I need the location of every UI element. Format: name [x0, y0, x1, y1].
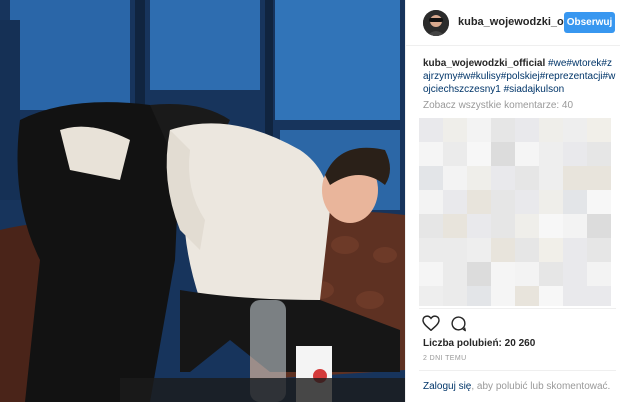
- follow-button[interactable]: Obserwuj: [564, 12, 615, 33]
- pixel-cell: [467, 190, 491, 214]
- pixel-cell: [539, 190, 563, 214]
- heart-icon[interactable]: [422, 315, 440, 331]
- divider: [419, 308, 616, 309]
- pixel-cell: [515, 166, 539, 190]
- pixel-cell: [467, 166, 491, 190]
- pixel-cell: [515, 142, 539, 166]
- pixel-cell: [419, 286, 443, 306]
- username-link[interactable]: kuba_wojewodzki_off: [458, 16, 571, 28]
- pixel-cell: [515, 190, 539, 214]
- pixel-cell: [491, 286, 515, 306]
- pixel-cell: [491, 118, 515, 142]
- post-header: kuba_wojewodzki_off Obserwuj: [406, 0, 620, 46]
- pixel-cell: [587, 166, 611, 190]
- pixel-cell: [587, 190, 611, 214]
- pixel-cell: [467, 142, 491, 166]
- pixel-cell: [587, 262, 611, 286]
- pixel-cell: [419, 118, 443, 142]
- pixel-cell: [491, 262, 515, 286]
- pixel-cell: [563, 142, 587, 166]
- avatar[interactable]: [423, 10, 449, 36]
- divider: [419, 370, 616, 371]
- pixel-cell: [587, 142, 611, 166]
- pixel-cell: [563, 190, 587, 214]
- pixel-cell: [587, 214, 611, 238]
- pixel-cell: [515, 214, 539, 238]
- pixel-cell: [443, 142, 467, 166]
- pixelated-comments-area: [419, 118, 612, 306]
- pixel-cell: [539, 118, 563, 142]
- pixel-cell: [587, 238, 611, 262]
- pixel-cell: [491, 142, 515, 166]
- caption-username-link[interactable]: kuba_wojewodzki_official: [423, 58, 545, 69]
- login-link[interactable]: Zaloguj się: [423, 381, 471, 392]
- login-prompt-text: , aby polubić lub skomentować.: [471, 381, 611, 392]
- post-timestamp: 2 DNI TEMU: [423, 355, 467, 362]
- pixel-cell: [419, 214, 443, 238]
- pixel-cell: [563, 166, 587, 190]
- pixel-cell: [491, 238, 515, 262]
- pixel-cell: [563, 286, 587, 306]
- post-photo[interactable]: [0, 0, 405, 402]
- likes-count: Liczba polubień: 20 260: [423, 338, 536, 349]
- pixel-cell: [587, 118, 611, 142]
- pixel-cell: [563, 214, 587, 238]
- pixel-cell: [443, 214, 467, 238]
- pixel-cell: [467, 118, 491, 142]
- pixel-cell: [467, 214, 491, 238]
- pixel-cell: [419, 262, 443, 286]
- post-photo-scene: [0, 0, 405, 402]
- pixel-cell: [443, 190, 467, 214]
- pixel-cell: [491, 190, 515, 214]
- pixel-cell: [419, 238, 443, 262]
- pixel-cell: [587, 286, 611, 306]
- pixel-cell: [419, 166, 443, 190]
- pixel-cell: [515, 286, 539, 306]
- pixel-cell: [491, 214, 515, 238]
- pixel-cell: [443, 262, 467, 286]
- pixel-cell: [443, 118, 467, 142]
- pixel-cell: [539, 262, 563, 286]
- pixel-cell: [563, 118, 587, 142]
- pixel-cell: [467, 238, 491, 262]
- login-prompt: Zaloguj się, aby polubić lub skomentować…: [423, 381, 610, 392]
- pixel-cell: [515, 238, 539, 262]
- pixel-cell: [515, 118, 539, 142]
- pixel-cell: [467, 262, 491, 286]
- pixel-cell: [491, 166, 515, 190]
- pixel-cell: [443, 238, 467, 262]
- pixel-cell: [539, 238, 563, 262]
- post-caption: kuba_wojewodzki_official #we#wtorek#zajr…: [423, 57, 616, 96]
- view-all-comments-link[interactable]: Zobacz wszystkie komentarze: 40: [423, 100, 573, 111]
- pixel-cell: [419, 142, 443, 166]
- pixel-cell: [563, 238, 587, 262]
- pixel-cell: [563, 262, 587, 286]
- comment-icon[interactable]: [450, 315, 467, 332]
- avatar-image: [423, 10, 449, 36]
- pixel-cell: [443, 166, 467, 190]
- pixel-cell: [515, 262, 539, 286]
- pixel-cell: [539, 166, 563, 190]
- post-sidebar: kuba_wojewodzki_off Obserwuj kuba_wojewo…: [405, 0, 620, 402]
- pixel-cell: [419, 190, 443, 214]
- pixel-cell: [539, 286, 563, 306]
- pixel-cell: [467, 286, 491, 306]
- pixel-cell: [443, 286, 467, 306]
- pixel-cell: [539, 214, 563, 238]
- pixel-cell: [539, 142, 563, 166]
